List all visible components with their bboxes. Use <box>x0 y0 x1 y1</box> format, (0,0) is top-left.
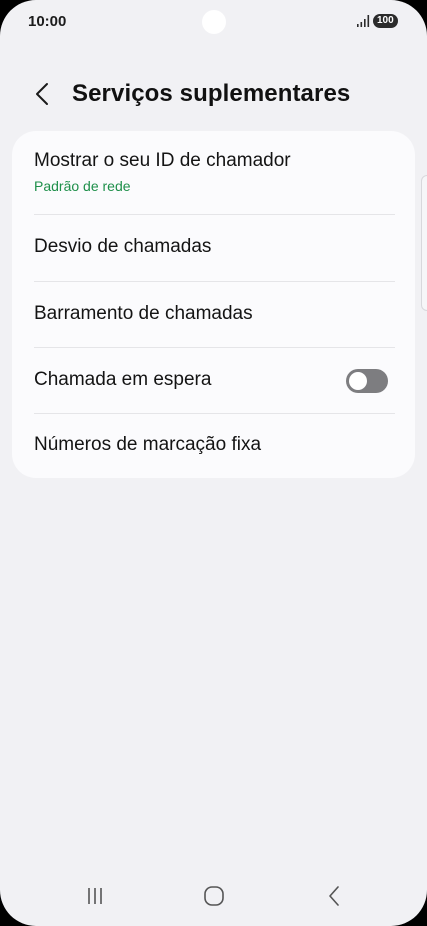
home-icon <box>204 886 224 906</box>
recent-apps-icon <box>88 888 102 904</box>
call-waiting-toggle[interactable] <box>346 369 388 393</box>
settings-item-call-waiting[interactable]: Chamada em espera <box>12 348 415 414</box>
status-time: 10:00 <box>28 13 67 30</box>
status-bar: 10:00 100 <box>0 0 427 44</box>
settings-item-label: Desvio de chamadas <box>34 236 212 257</box>
phone-screen: 10:00 100 Serviços suplementares Mostrar… <box>0 0 427 926</box>
recent-apps-button[interactable] <box>73 878 117 914</box>
signal-bars-icon <box>357 15 370 27</box>
app-header: Serviços suplementares <box>0 72 427 116</box>
page-title: Serviços suplementares <box>72 80 351 107</box>
navigation-bar <box>0 870 427 926</box>
battery-indicator: 100 <box>373 14 398 28</box>
settings-card: Mostrar o seu ID de chamador Padrão de r… <box>12 131 415 478</box>
settings-item-caller-id[interactable]: Mostrar o seu ID de chamador Padrão de r… <box>12 131 415 214</box>
settings-item-label: Números de marcação fixa <box>34 434 262 455</box>
settings-item-label: Barramento de chamadas <box>34 303 253 324</box>
front-camera <box>202 10 226 34</box>
toggle-knob <box>349 372 367 390</box>
chevron-left-icon <box>36 83 48 105</box>
home-button[interactable] <box>192 878 236 914</box>
settings-item-call-forwarding[interactable]: Desvio de chamadas <box>12 215 415 281</box>
settings-item-call-barring[interactable]: Barramento de chamadas <box>12 282 415 348</box>
back-button[interactable] <box>26 78 58 110</box>
settings-item-sublabel: Padrão de rede <box>34 178 131 194</box>
settings-item-label: Mostrar o seu ID de chamador <box>34 150 291 171</box>
settings-item-label: Chamada em espera <box>34 369 212 390</box>
nav-back-button[interactable] <box>312 878 356 914</box>
settings-item-fixed-dialing[interactable]: Números de marcação fixa <box>12 414 415 478</box>
back-icon <box>329 886 339 906</box>
scrollbar[interactable] <box>421 175 427 311</box>
